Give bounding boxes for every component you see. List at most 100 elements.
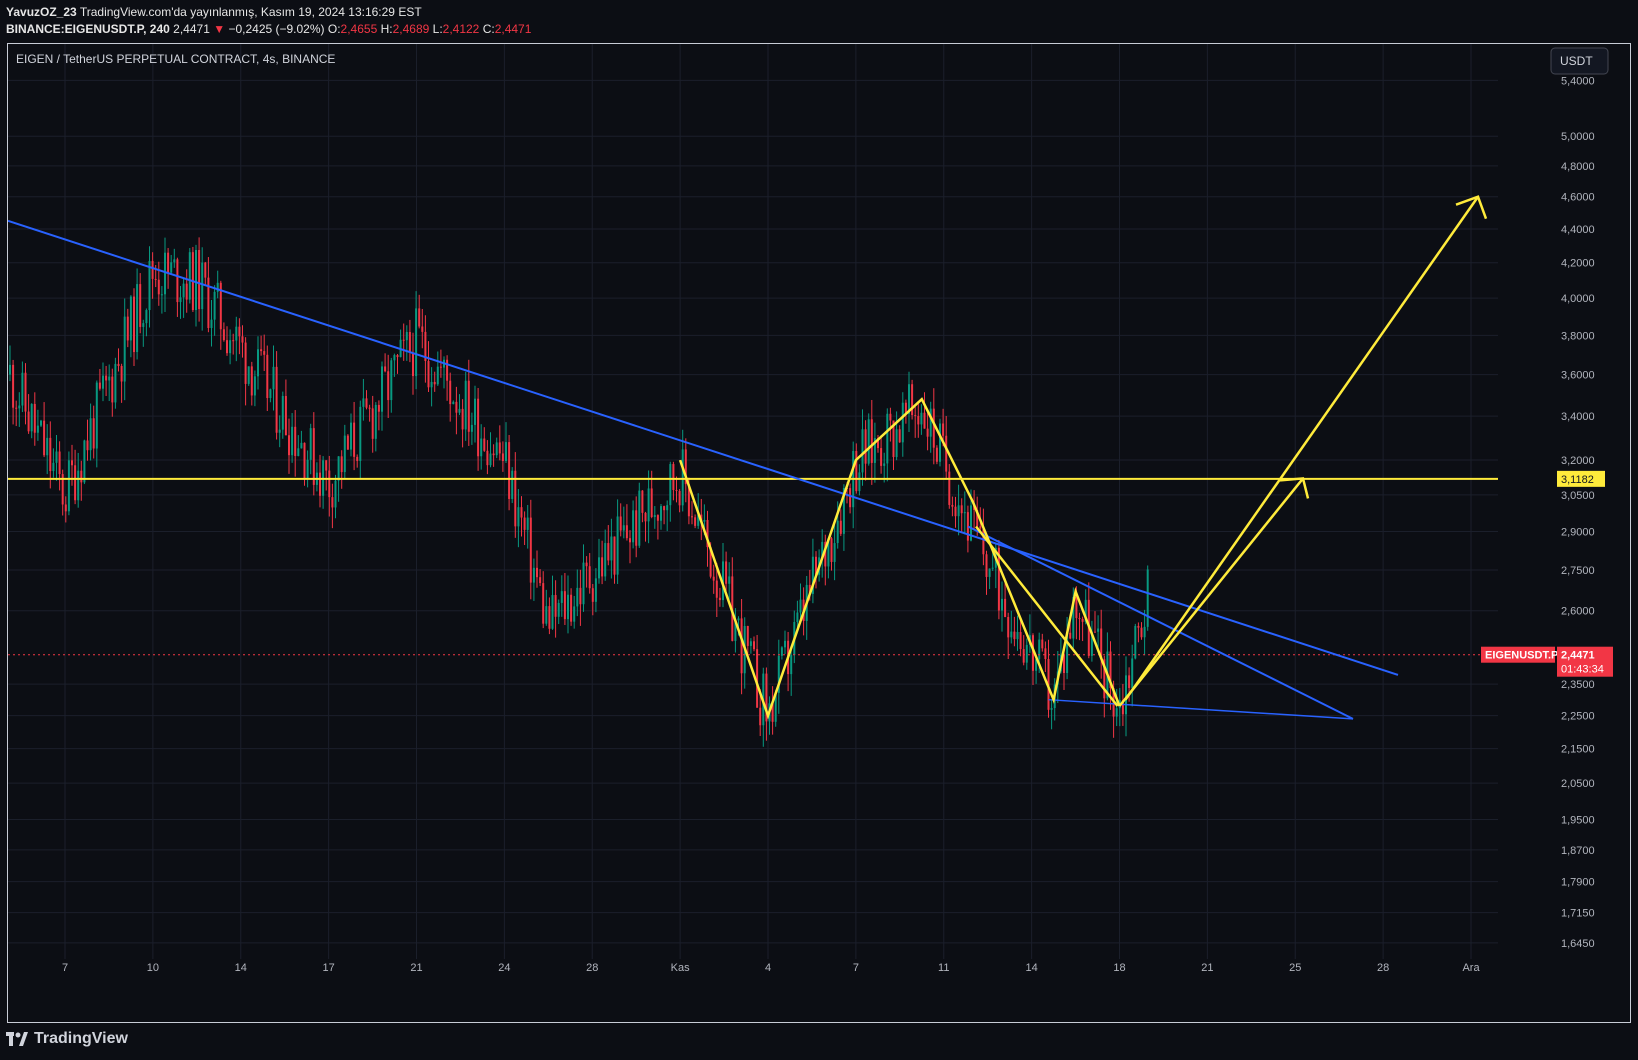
time-axis-label: 21 <box>1201 962 1213 974</box>
candle-body <box>387 371 390 401</box>
candle-body <box>644 512 647 522</box>
price-axis-label: 2,9000 <box>1561 526 1595 538</box>
time-axis-label: 28 <box>1377 962 1389 974</box>
candle-body <box>477 398 480 457</box>
candle-body <box>622 525 625 531</box>
candle-body <box>1078 618 1081 620</box>
candle-body <box>129 296 132 341</box>
candle-body <box>594 578 597 602</box>
price-axis-label: 2,0500 <box>1561 778 1595 790</box>
candle-body <box>58 451 61 475</box>
pattern-leg[interactable] <box>975 525 1119 707</box>
candle-body <box>929 408 932 437</box>
candle-body <box>142 323 145 327</box>
candle-body <box>133 296 135 353</box>
candle-body <box>470 424 473 432</box>
candle-body <box>449 380 452 405</box>
candle-body <box>582 562 585 605</box>
candle-body <box>629 538 631 543</box>
close-label: C: <box>482 22 495 36</box>
candle-body <box>43 420 46 456</box>
candle-body <box>663 506 666 511</box>
target-arrow-2[interactable] <box>1124 196 1480 701</box>
candle-body <box>880 448 883 466</box>
candle-body <box>350 422 352 450</box>
candle-body <box>923 412 926 429</box>
candle-body <box>932 408 935 448</box>
candle-body <box>213 291 216 320</box>
chart-panel[interactable]: EIGEN / TetherUS PERPETUAL CONTRACT, 4s,… <box>7 43 1631 1023</box>
candle-body <box>917 415 920 425</box>
time-axis-label: 28 <box>586 962 598 974</box>
price-axis-label: 4,2000 <box>1561 258 1595 270</box>
candle-body <box>126 316 129 341</box>
candle-body <box>102 375 104 389</box>
candle-body <box>173 259 176 263</box>
candle-body <box>830 538 833 562</box>
open-value: 2,4655 <box>340 22 378 36</box>
candle-body <box>749 641 752 646</box>
candle-body <box>266 354 269 399</box>
footer-brand[interactable]: TradingView <box>6 1030 128 1048</box>
time-axis-label: 18 <box>1113 962 1125 974</box>
candle-body <box>275 366 278 433</box>
candle-body <box>988 568 991 577</box>
candle-body <box>728 576 731 584</box>
candle-body <box>105 375 108 381</box>
candle-body <box>864 429 867 464</box>
candle-body <box>235 326 238 341</box>
candle-body <box>123 316 126 382</box>
candle-body <box>960 505 963 514</box>
candle-body <box>725 561 728 584</box>
candle-body <box>849 488 852 508</box>
price-chart[interactable]: EIGEN / TetherUS PERPETUAL CONTRACT, 4s,… <box>7 44 1630 1022</box>
candle-body <box>495 442 498 456</box>
drawings <box>7 195 1498 720</box>
pattern-zigzag[interactable] <box>678 397 1121 720</box>
candle-body <box>294 426 297 456</box>
candle-body <box>641 490 644 513</box>
candle-body <box>371 408 374 439</box>
candle-body <box>80 470 83 483</box>
candle-body <box>238 326 241 337</box>
candle-body <box>483 438 486 451</box>
published-text: TradingView.com'da yayınlanmış, Kasım 19… <box>79 5 422 19</box>
candle-body <box>669 464 672 506</box>
candle-body <box>1013 631 1016 640</box>
candle-body <box>1016 631 1019 640</box>
usdt-button[interactable]: USDT <box>1550 47 1609 75</box>
low-label: L: <box>432 22 443 36</box>
price-axis-label: 5,4000 <box>1561 75 1595 87</box>
candle-body <box>430 381 433 388</box>
candle-body <box>362 398 365 407</box>
candle-body <box>232 340 235 342</box>
candle-body <box>691 516 693 518</box>
candle-body <box>46 437 49 456</box>
candle-body <box>836 520 839 544</box>
time-axis-label: 10 <box>147 962 159 974</box>
candle-body <box>356 456 359 461</box>
candle-body <box>359 406 362 461</box>
candle-body <box>694 517 697 526</box>
price-axis-label: 3,0500 <box>1561 490 1595 502</box>
price-axis-label: 4,6000 <box>1561 192 1595 204</box>
candle-body <box>979 526 982 529</box>
price-axis-label: 1,6450 <box>1561 938 1595 950</box>
candle-body <box>319 472 321 496</box>
candle-body <box>244 342 247 384</box>
candle-body <box>647 488 650 522</box>
candle-body <box>539 577 542 584</box>
candle-body <box>436 366 439 385</box>
candle-body <box>703 520 706 522</box>
price-axis[interactable]: 5,4000 5,0000 4,8000 4,6000 4,4000 4,2000 4,00… <box>1561 75 1595 949</box>
candle-body <box>1137 625 1140 628</box>
high-label: H: <box>380 22 393 36</box>
time-axis[interactable]: 7 10 14 17 21 24 28 Kas 4 7 11 14 18 21 25 28 Ara <box>62 962 1481 974</box>
candle-body <box>548 606 551 629</box>
time-axis-label: 24 <box>498 962 510 974</box>
candle-body <box>229 340 232 354</box>
candle-body <box>1041 639 1044 649</box>
candle-body <box>1128 675 1131 688</box>
candle-body <box>573 606 576 622</box>
candle-body <box>222 329 225 341</box>
